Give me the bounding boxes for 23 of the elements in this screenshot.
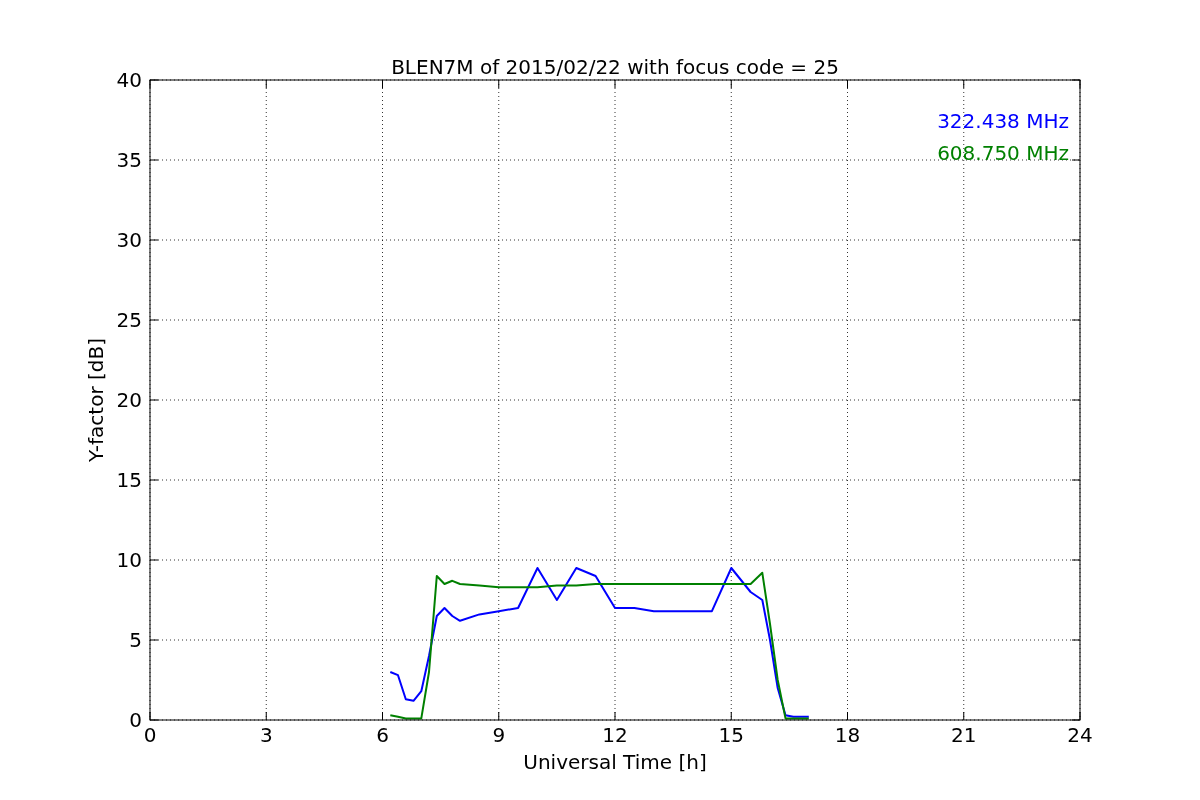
tick-label: 21: [951, 723, 977, 747]
tick-label: 3: [259, 723, 273, 747]
tick-label: 15: [116, 468, 142, 492]
tick-label: 35: [116, 148, 142, 172]
tick-label: 12: [602, 723, 628, 747]
tick-label: 15: [718, 723, 744, 747]
tick-label: 40: [116, 68, 142, 92]
tick-label: 25: [116, 308, 142, 332]
tick-label: 18: [834, 723, 861, 747]
legend-label: 322.438 MHz: [937, 109, 1069, 133]
tick-label: 24: [1067, 723, 1093, 747]
tick-label: 10: [116, 548, 142, 572]
legend-label: 608.750 MHz: [937, 141, 1069, 165]
chart-title: BLEN7M of 2015/02/22 with focus code = 25: [391, 55, 839, 79]
tick-label: 9: [492, 723, 506, 747]
tick-label: 0: [129, 708, 142, 732]
tick-label: 0: [143, 723, 157, 747]
axis-label: Universal Time [h]: [523, 750, 707, 774]
tick-label: 5: [129, 628, 142, 652]
tick-label: 6: [376, 723, 389, 747]
axis-label: Y-factor [dB]: [84, 338, 108, 462]
tick-label: 30: [116, 228, 142, 252]
tick-label: 20: [116, 388, 142, 412]
